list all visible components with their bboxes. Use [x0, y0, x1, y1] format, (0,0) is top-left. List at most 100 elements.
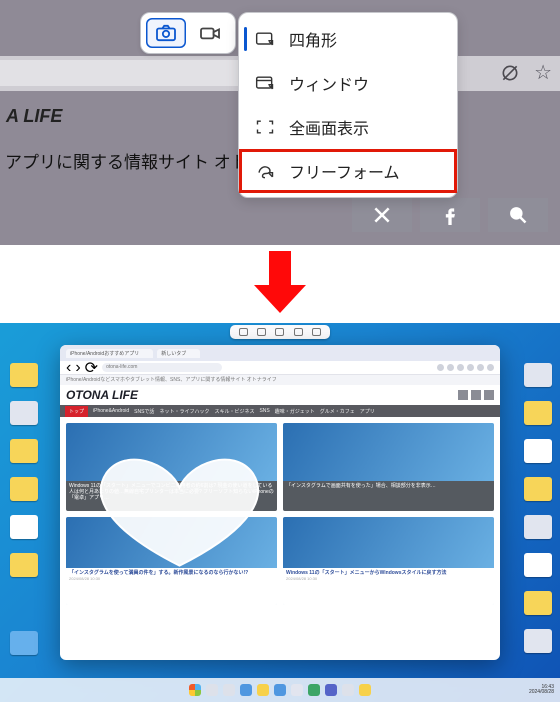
- snip-shape-rectangle-label: 四角形: [289, 27, 337, 51]
- camera-icon: [239, 328, 248, 336]
- article-date: 2024/08/28 10:30: [286, 576, 317, 581]
- desktop-icons-right: [524, 363, 552, 653]
- ext-icon[interactable]: [487, 364, 494, 371]
- article-date: 2024/08/28 10:30: [69, 576, 100, 581]
- start-button[interactable]: [189, 684, 201, 696]
- ext-icon[interactable]: [467, 364, 474, 371]
- search-icon: [508, 205, 528, 225]
- arrow-down-icon: [254, 251, 306, 317]
- nav-item[interactable]: スキル・ビジネス: [214, 408, 254, 415]
- taskbar-date: 2024/08/28: [529, 690, 554, 696]
- mode-icon: [294, 328, 303, 336]
- desktop-icon[interactable]: [524, 363, 552, 387]
- desktop-icon[interactable]: [10, 553, 38, 577]
- taskbar-app-icon[interactable]: [240, 684, 252, 696]
- desktop-icon[interactable]: [10, 401, 38, 425]
- site-header: OTONA LIFE: [60, 385, 500, 405]
- desktop-icon[interactable]: [524, 401, 552, 425]
- ext-icon[interactable]: [477, 364, 484, 371]
- social-x-button[interactable]: [352, 198, 412, 232]
- snip-mode-video[interactable]: [190, 18, 230, 48]
- address-bar[interactable]: otona-life.com: [102, 363, 222, 372]
- nav-item[interactable]: ネット・ライフハック: [159, 408, 209, 415]
- nav-back-icon[interactable]: ‹: [66, 359, 71, 377]
- desktop-icon[interactable]: [10, 363, 38, 387]
- article-area: Windows 11の「スタート」メニューでコンビニ利用者の約6割は? 現金の使…: [60, 417, 500, 627]
- nav-item[interactable]: アプリ: [360, 408, 375, 415]
- browser-tab[interactable]: 新しいタブ: [157, 349, 200, 358]
- desktop-icon[interactable]: [524, 591, 552, 615]
- browser-tab[interactable]: iPhone/Androidおすすめアプリ: [66, 349, 153, 358]
- snip-shape-menu: 四角形 ウィンドウ 全画面表示 フリーフォーム: [238, 12, 458, 198]
- desktop-icon[interactable]: [524, 629, 552, 653]
- window-icon: [255, 74, 275, 92]
- taskbar-app-icon[interactable]: [274, 684, 286, 696]
- taskbar-tray[interactable]: 16:43 2024/08/28: [529, 685, 554, 696]
- desktop-icon[interactable]: [10, 515, 38, 539]
- snip-shape-rectangle[interactable]: 四角形: [239, 17, 457, 61]
- desktop-icon[interactable]: [10, 439, 38, 463]
- taskbar-app-icon[interactable]: [342, 684, 354, 696]
- search-icon[interactable]: [484, 390, 494, 400]
- x-icon[interactable]: [458, 390, 468, 400]
- browser-url-row: ‹ › ⟳ otona-life.com: [60, 361, 500, 375]
- page-subtitle: iPhone/Androidなどスマホやタブレット情報、SNS、アプリに関する情…: [60, 375, 500, 385]
- snip-toolbar: [140, 12, 236, 54]
- recycle-bin-icon[interactable]: [10, 631, 38, 655]
- facebook-icon[interactable]: [471, 390, 481, 400]
- video-icon: [199, 24, 221, 42]
- camera-icon: [155, 24, 177, 42]
- browser-right-icons: ☆: [500, 60, 552, 85]
- nav-forward-icon[interactable]: ›: [75, 359, 80, 377]
- taskbar-app-icon[interactable]: [291, 684, 303, 696]
- fullscreen-icon: [255, 118, 275, 136]
- extension-icons: [437, 364, 494, 371]
- site-nav: トップ iPhone&Android SNSで話 ネット・ライフハック スキル・…: [60, 405, 500, 417]
- snip-toolbar-mini[interactable]: [230, 325, 330, 339]
- video-icon: [257, 328, 266, 336]
- nav-item[interactable]: iPhone&Android: [93, 408, 129, 414]
- reload-icon[interactable]: ⟳: [85, 358, 98, 378]
- desktop-icon[interactable]: [10, 477, 38, 501]
- article-card[interactable]: 「インスタグラムを使って満員の件を」する。新作風景になるのなら行かない!? 20…: [66, 517, 277, 605]
- favorites-star-icon: ☆: [534, 60, 552, 85]
- nav-item[interactable]: 趣味・ガジェット: [275, 408, 315, 415]
- article-card[interactable]: Windows 11の「スタート」メニューでコンビニ利用者の約6割は? 現金の使…: [66, 423, 277, 511]
- social-button-row: [352, 198, 548, 232]
- desktop-icon[interactable]: [524, 515, 552, 539]
- url-bar-fragment: [0, 60, 258, 86]
- snip-shape-freeform-label: フリーフォーム: [289, 159, 400, 183]
- mode-icon: [275, 328, 284, 336]
- social-facebook-button[interactable]: [420, 198, 480, 232]
- taskbar-app-icon[interactable]: [359, 684, 371, 696]
- ext-icon[interactable]: [457, 364, 464, 371]
- taskbar-app-icon[interactable]: [325, 684, 337, 696]
- ext-icon[interactable]: [447, 364, 454, 371]
- article-card[interactable]: 「インスタグラムで画面共有を使った」場合、相談部分を非表示…: [283, 423, 494, 511]
- desktop-icon[interactable]: [524, 439, 552, 463]
- snip-shape-freeform[interactable]: フリーフォーム: [239, 149, 457, 193]
- red-arrow-divider: [0, 245, 560, 323]
- taskbar-app-icon[interactable]: [257, 684, 269, 696]
- article-card[interactable]: Windows 11の「スタート」メニューからWindowsスタイルに戻す方法 …: [283, 517, 494, 605]
- site-logo[interactable]: OTONA LIFE: [66, 388, 138, 402]
- nav-item[interactable]: SNSで話: [134, 408, 154, 415]
- ext-icon[interactable]: [437, 364, 444, 371]
- snip-mode-camera[interactable]: [146, 18, 186, 48]
- article-caption: 「インスタグラムで画面共有を使った」場合、相談部分を非表示…: [283, 481, 494, 511]
- article-caption: Windows 11の「スタート」メニューからWindowsスタイルに戻す方法 …: [283, 568, 494, 605]
- snip-shape-fullscreen[interactable]: 全画面表示: [239, 105, 457, 149]
- nav-item[interactable]: グルメ・カフェ: [320, 408, 355, 415]
- nav-item[interactable]: SNS: [259, 408, 269, 414]
- snip-shape-window[interactable]: ウィンドウ: [239, 61, 457, 105]
- social-search-button[interactable]: [488, 198, 548, 232]
- desktop-icon[interactable]: [524, 477, 552, 501]
- taskbar-app-icon[interactable]: [206, 684, 218, 696]
- desktop-icon[interactable]: [524, 553, 552, 577]
- taskbar-app-icon[interactable]: [223, 684, 235, 696]
- taskbar-center: [189, 684, 371, 696]
- snip-shape-fullscreen-label: 全画面表示: [289, 115, 369, 139]
- page-logo-fragment: A LIFE: [6, 106, 62, 127]
- taskbar-app-icon[interactable]: [308, 684, 320, 696]
- nav-item[interactable]: トップ: [65, 406, 88, 417]
